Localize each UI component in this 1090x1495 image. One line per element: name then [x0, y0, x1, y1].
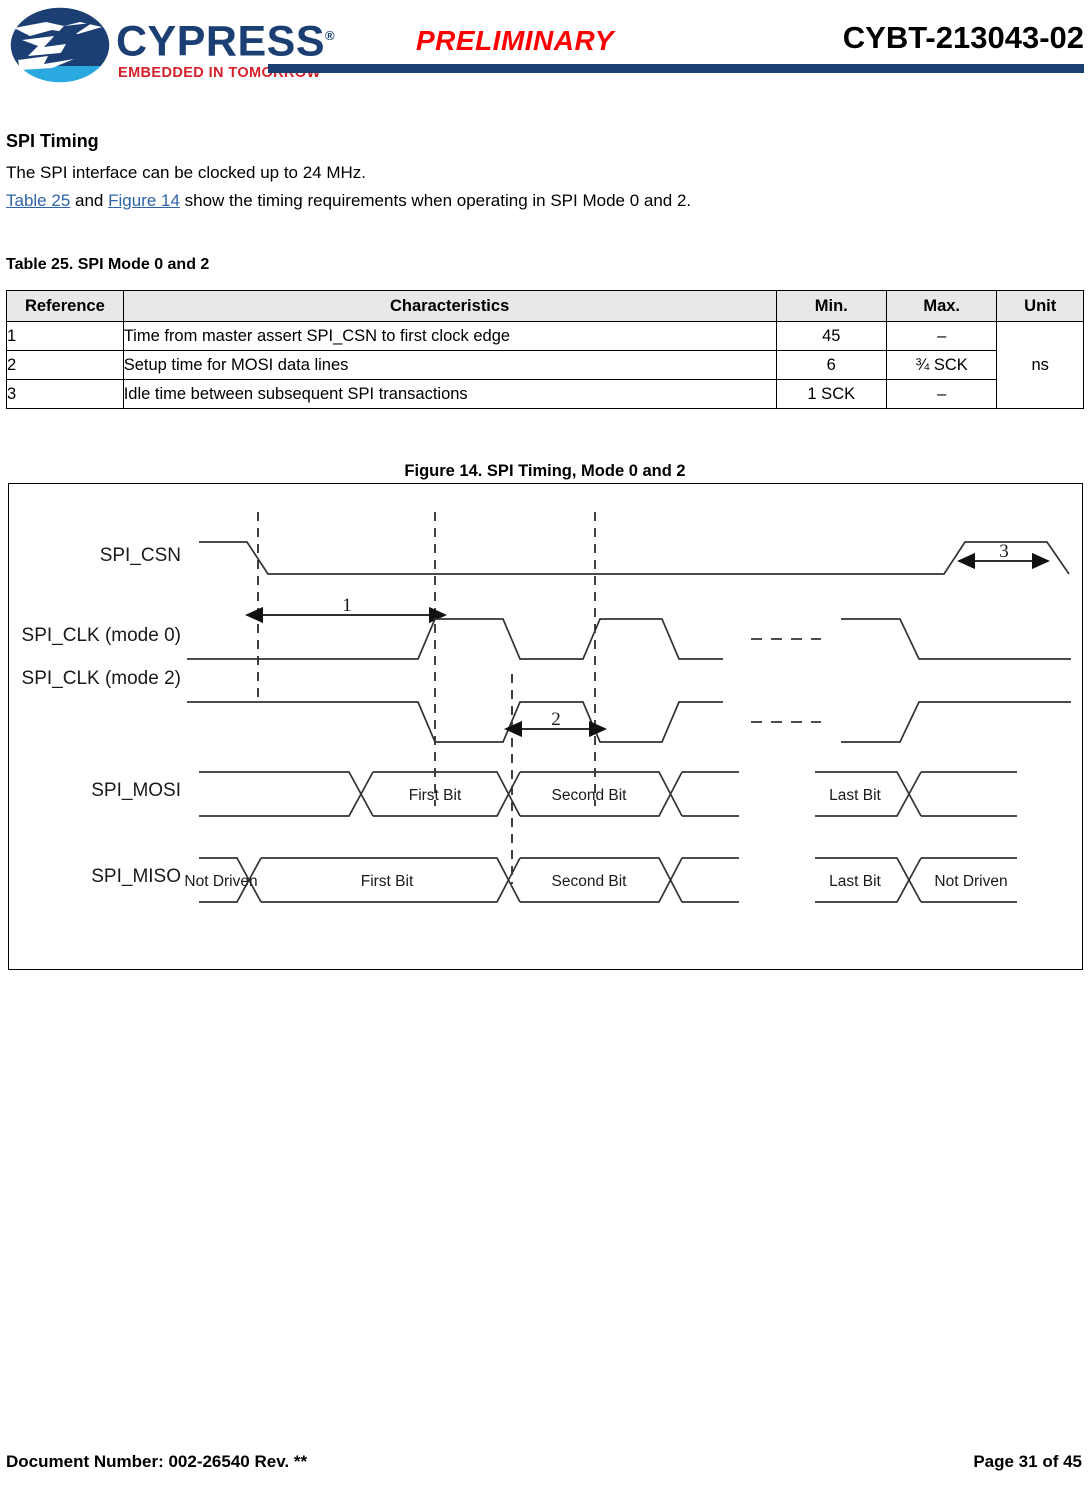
- cell-min: 6: [775, 350, 887, 380]
- spi-timing-table: Reference Characteristics Min. Max. Unit…: [6, 290, 1084, 409]
- dimension-label-3: 3: [999, 541, 1009, 562]
- cypress-logo: CYPRESS® EMBEDDED IN TOMORROW™: [8, 6, 335, 84]
- miso-label-not-driven-start: Not Driven: [184, 873, 257, 890]
- intro-paragraph: The SPI interface can be clocked up to 2…: [6, 163, 367, 182]
- mosi-label-first-bit: First Bit: [409, 787, 462, 804]
- waveform-clk-mode0-right: [841, 618, 1071, 660]
- cell-reference: 2: [6, 350, 124, 380]
- section-title: SPI Timing: [6, 131, 99, 151]
- miso-label-last-bit: Last Bit: [829, 873, 881, 890]
- cell-characteristics: Idle time between subsequent SPI transac…: [122, 379, 777, 409]
- dimension-label-2: 2: [551, 709, 561, 730]
- paragraph-mid: and: [70, 191, 109, 210]
- cell-max: –: [885, 321, 998, 351]
- table-caption: Table 25. SPI Mode 0 and 2: [6, 256, 210, 273]
- miso-label-second-bit: Second Bit: [552, 873, 628, 890]
- logo-wordmark: CYPRESS®: [116, 17, 336, 66]
- cell-characteristics: Setup time for MOSI data lines: [122, 350, 777, 380]
- signal-label-clk-mode2: SPI_CLK (mode 2): [22, 668, 181, 689]
- reference-paragraph: Table 25 and Figure 14 show the timing r…: [6, 191, 691, 211]
- cell-max: ¾ SCK: [885, 350, 998, 380]
- waveform-clk-mode0-left: [187, 618, 723, 660]
- table-row: 2 Setup time for MOSI data lines 6 ¾ SCK: [6, 350, 1084, 380]
- cell-min: 1 SCK: [775, 379, 887, 409]
- table-header-row: Reference Characteristics Min. Max. Unit: [6, 290, 1084, 322]
- column-header-min: Min.: [775, 290, 887, 322]
- link-table-25[interactable]: Table 25: [6, 191, 70, 210]
- registered-mark: ®: [325, 28, 336, 43]
- mosi-label-second-bit: Second Bit: [552, 787, 628, 804]
- figure-caption: Figure 14. SPI Timing, Mode 0 and 2: [404, 462, 686, 480]
- cypress-emblem-icon: [9, 6, 111, 84]
- preliminary-stamp: PRELIMINARY: [416, 25, 614, 56]
- miso-label-not-driven-end: Not Driven: [934, 873, 1007, 890]
- cell-reference: 1: [6, 321, 124, 351]
- header-rule: [268, 64, 1084, 73]
- signal-label-clk-mode0: SPI_CLK (mode 0): [22, 625, 181, 646]
- cell-characteristics: Time from master assert SPI_CSN to first…: [122, 321, 777, 351]
- cell-reference: 3: [6, 379, 124, 409]
- part-number: CYBT-213043-02: [842, 20, 1084, 55]
- column-header-max: Max.: [885, 290, 998, 322]
- mosi-edge-a-top: [199, 771, 374, 817]
- mosi-label-last-bit: Last Bit: [829, 787, 881, 804]
- footer-document-number: Document Number: 002-26540 Rev. **: [6, 1452, 308, 1471]
- dimension-label-1: 1: [342, 595, 352, 616]
- miso-label-first-bit: First Bit: [361, 873, 414, 890]
- spi-timing-diagram: SPI_CSN 3 1 SPI_CLK (mode 0) SPI_CLK (mo…: [22, 512, 1071, 903]
- cell-min: 45: [775, 321, 887, 351]
- cell-unit: ns: [996, 321, 1084, 409]
- waveform-csn: [199, 541, 1070, 575]
- signal-label-mosi: SPI_MOSI: [91, 780, 181, 801]
- paragraph-tail: show the timing requirements when operat…: [179, 191, 692, 210]
- cell-max: –: [885, 379, 998, 409]
- column-header-unit: Unit: [996, 290, 1084, 322]
- footer-page-number: Page 31 of 45: [973, 1452, 1082, 1471]
- figure-container: SPI_CSN 3 1 SPI_CLK (mode 0) SPI_CLK (mo…: [8, 483, 1083, 970]
- column-header-characteristics: Characteristics: [122, 290, 777, 322]
- signal-label-csn: SPI_CSN: [100, 545, 181, 566]
- column-header-reference: Reference: [6, 290, 124, 322]
- mosi-edge-a-bot: [199, 771, 374, 817]
- link-figure-14[interactable]: Figure 14: [108, 191, 180, 210]
- table-row: 3 Idle time between subsequent SPI trans…: [6, 379, 1084, 409]
- page-header: CYPRESS® EMBEDDED IN TOMORROW™ PRELIMINA…: [0, 0, 1090, 92]
- signal-label-miso: SPI_MISO: [91, 866, 181, 887]
- waveform-clk-mode2-left: [187, 701, 723, 743]
- waveform-clk-mode2-right: [841, 701, 1071, 743]
- table-row: 1 Time from master assert SPI_CSN to fir…: [6, 321, 1084, 409]
